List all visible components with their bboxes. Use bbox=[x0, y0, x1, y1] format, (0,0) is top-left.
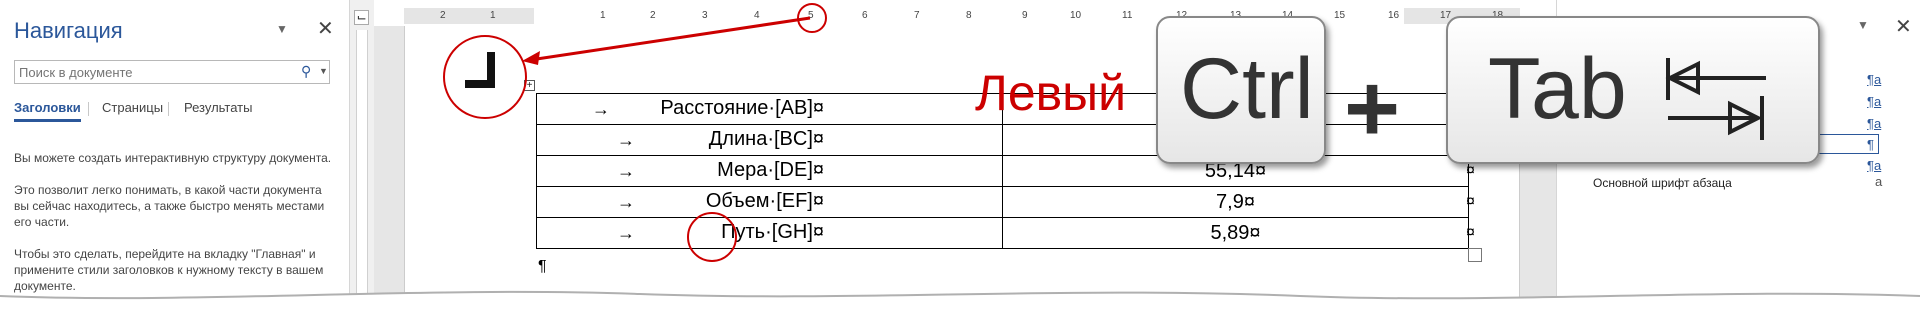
tab-results[interactable]: Результаты bbox=[184, 100, 252, 115]
style-mark: ¶a bbox=[1867, 94, 1882, 109]
table-row[interactable]: → Путь·[GH]¤ 5,89¤ bbox=[536, 217, 1469, 249]
tab-pages[interactable]: Страницы bbox=[102, 100, 163, 115]
table-cell-label[interactable]: → Длина·[BC]¤ bbox=[536, 124, 1003, 156]
ruler-number: 15 bbox=[1334, 10, 1346, 21]
vertical-ruler-strip bbox=[356, 30, 368, 322]
ruler-number: 10 bbox=[1070, 10, 1082, 21]
chevron-down-icon[interactable]: ▼ bbox=[1857, 18, 1869, 32]
style-mark: ¶a bbox=[1867, 158, 1882, 173]
search-box[interactable]: ⚲ ▼ bbox=[14, 60, 330, 84]
tab-icon bbox=[1665, 58, 1766, 140]
style-mark: ¶a bbox=[1867, 116, 1882, 131]
navigation-title: Навигация bbox=[14, 18, 123, 43]
row-end-mark: ¤ bbox=[1466, 162, 1475, 179]
table-cell-label[interactable]: → Путь·[GH]¤ bbox=[536, 217, 1003, 249]
ruler-number: 7 bbox=[914, 10, 920, 21]
tab-selector-button[interactable]: ⌙ bbox=[354, 10, 369, 25]
nav-info-text: Чтобы это сделать, перейдите на вкладку … bbox=[14, 247, 324, 293]
row-label: Мера·[DE]¤ bbox=[717, 159, 824, 181]
ruler-number: 16 bbox=[1388, 10, 1400, 21]
search-icon[interactable]: ⚲ bbox=[301, 63, 311, 80]
close-icon[interactable]: ✕ bbox=[317, 16, 334, 41]
tab-arrow: → bbox=[592, 99, 610, 119]
table-row[interactable]: → Мера·[DE]¤ 55,14¤ bbox=[536, 155, 1469, 187]
tab-arrow: → bbox=[617, 192, 635, 212]
style-mark: ¶a bbox=[1867, 72, 1882, 87]
tab-divider bbox=[88, 102, 89, 116]
paragraph-mark: ¶ bbox=[538, 258, 547, 275]
ruler-number: 1 bbox=[600, 10, 606, 21]
tab-key: Tab bbox=[1446, 16, 1820, 164]
nav-info-text: Это позволит легко понимать, в какой час… bbox=[14, 183, 325, 229]
table-row[interactable]: → Длина·[BC]¤ bbox=[536, 124, 1469, 156]
ruler-number: 11 bbox=[1122, 10, 1133, 21]
style-mark: a bbox=[1875, 174, 1883, 189]
ctrl-key: Ctrl bbox=[1156, 16, 1326, 164]
tab-arrow: → bbox=[617, 130, 635, 150]
table-row[interactable]: → Объем·[EF]¤ 7,9¤ bbox=[536, 186, 1469, 218]
tab-arrow: → bbox=[617, 161, 635, 181]
row-label: Длина·[BC]¤ bbox=[708, 128, 824, 150]
tab-key-label: Tab bbox=[1488, 41, 1627, 137]
table-resize-handle[interactable] bbox=[1468, 248, 1482, 262]
chevron-down-icon[interactable]: ▼ bbox=[276, 22, 288, 36]
tab-arrow: → bbox=[617, 223, 635, 243]
ruler-number: 9 bbox=[1022, 10, 1028, 21]
left-tab-stop-icon bbox=[465, 52, 495, 88]
ruler-number: 4 bbox=[754, 10, 760, 21]
table-cell-value[interactable]: 5,89¤ bbox=[1002, 217, 1469, 249]
table-cell-label[interactable]: → Мера·[DE]¤ bbox=[536, 155, 1003, 187]
table-cell-value[interactable]: 7,9¤ bbox=[1002, 186, 1469, 218]
style-mark: ¶ bbox=[1867, 137, 1874, 152]
tab-headings[interactable]: Заголовки bbox=[14, 100, 81, 122]
search-input[interactable] bbox=[19, 64, 289, 80]
vertical-ruler: ⌙ bbox=[350, 0, 374, 322]
ruler-number: 2 bbox=[650, 10, 656, 21]
annotation-circle bbox=[797, 3, 827, 33]
table-cell-label[interactable]: → Расстояние·[AB]¤ bbox=[536, 93, 1003, 125]
ruler-number: 6 bbox=[862, 10, 868, 21]
close-icon[interactable]: ✕ bbox=[1895, 14, 1912, 39]
row-label: Объем·[EF]¤ bbox=[705, 190, 824, 212]
ruler-number: 3 bbox=[702, 10, 708, 21]
ruler-number: 8 bbox=[966, 10, 972, 21]
tab-divider bbox=[168, 102, 169, 116]
horizontal-ruler[interactable]: 2 1 1 2 3 4 5 6 7 8 9 10 11 12 13 14 15 … bbox=[404, 8, 1520, 24]
table-cell-label[interactable]: → Объем·[EF]¤ bbox=[536, 186, 1003, 218]
search-options-icon[interactable]: ▼ bbox=[319, 66, 328, 76]
nav-info-text: Вы можете создать интерактивную структур… bbox=[14, 151, 332, 165]
ruler-number: 2 bbox=[440, 10, 446, 21]
ctrl-key-label: Ctrl bbox=[1180, 41, 1314, 137]
plus-sign: + bbox=[1344, 55, 1401, 162]
row-end-mark: ¤ bbox=[1466, 193, 1475, 210]
row-end-mark: ¤ bbox=[1466, 224, 1475, 241]
navigation-pane: Навигация ▼ ✕ ⚲ ▼ Заголовки Страницы Рез… bbox=[0, 0, 350, 322]
annotation-circle bbox=[687, 212, 737, 262]
row-label: Расстояние·[AB]¤ bbox=[660, 97, 824, 119]
ruler-number: 1 bbox=[490, 10, 496, 21]
style-item-default-font[interactable]: Основной шрифт абзаца bbox=[1593, 176, 1732, 190]
annotation-caption: Левый bbox=[975, 65, 1127, 121]
